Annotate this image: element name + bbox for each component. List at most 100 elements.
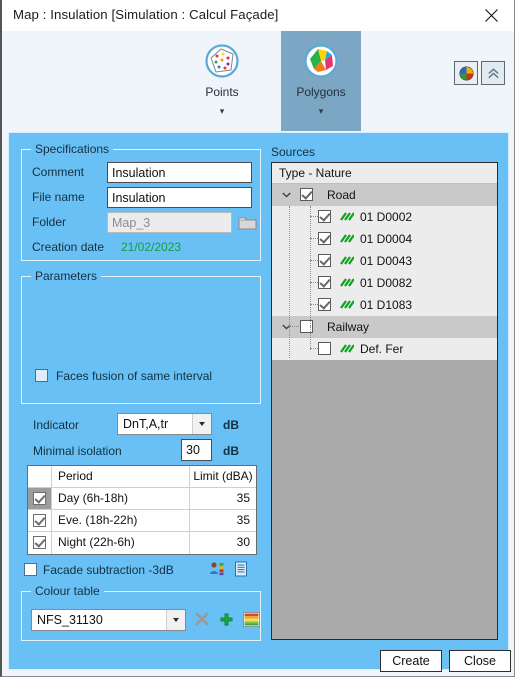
tree-checkbox-railway-0[interactable] — [318, 342, 331, 355]
tree-label-railway-0: Def. Fer — [360, 342, 404, 356]
edit-colour-table-button[interactable] — [243, 611, 260, 632]
ribbon-tool-polygons-label: Polygons — [296, 85, 346, 99]
receiver-legend-button[interactable] — [209, 561, 225, 582]
table-row[interactable]: Night (22h-6h) 30 — [28, 532, 256, 554]
tree-checkbox-road-2[interactable] — [318, 254, 331, 267]
table-row[interactable]: Day (6h-18h) 35 — [28, 488, 256, 510]
polygons-dropdown-caret-icon[interactable]: ▾ — [281, 107, 361, 116]
table-row[interactable]: Eve. (18h-22h) 35 — [28, 510, 256, 532]
map-insulation-dialog: Map : Insulation [Simulation : Calcul Fa… — [0, 0, 515, 677]
tree-item-road-0[interactable]: 01 D0002 — [272, 206, 497, 228]
folder-input: Map_3 — [107, 212, 232, 233]
comment-input[interactable]: Insulation — [107, 162, 252, 183]
ribbon-right-buttons — [454, 61, 505, 85]
specifications-group: Specifications Comment Insulation File n… — [21, 142, 261, 261]
colour-palette-button[interactable] — [454, 61, 478, 85]
double-chevron-up-icon — [487, 67, 499, 78]
tree-checkbox-road-0[interactable] — [318, 210, 331, 223]
row-eve-checkbox[interactable] — [33, 514, 46, 527]
tree-item-road-1[interactable]: 01 D0004 — [272, 228, 497, 250]
indicator-combo-arrow[interactable] — [192, 414, 211, 434]
tree-label-road-0: 01 D0002 — [360, 210, 413, 224]
tree-label-road-4: 01 D1083 — [360, 298, 413, 312]
plus-icon — [220, 613, 233, 625]
faces-fusion-checkbox[interactable] — [35, 369, 48, 382]
polygons-map-icon — [301, 41, 341, 81]
points-dropdown-caret-icon[interactable]: ▾ — [182, 107, 262, 116]
receiver-legend-icon — [210, 562, 224, 576]
delete-colour-table-button[interactable] — [194, 611, 210, 632]
facade-subtraction-label: Facade subtraction -3dB — [43, 563, 174, 577]
facade-subtraction-checkbox[interactable] — [24, 563, 37, 576]
tree-connector — [310, 326, 311, 350]
points-map-icon — [202, 41, 242, 81]
table-header-row: Period Limit (dBA) — [28, 466, 256, 488]
road-source-icon — [340, 299, 355, 311]
tree-label-road: Road — [327, 188, 356, 202]
tree-connector — [310, 260, 318, 261]
create-button[interactable]: Create — [380, 650, 442, 672]
collapse-ribbon-button[interactable] — [481, 61, 505, 85]
colour-table-combo-arrow[interactable] — [166, 610, 185, 630]
row-day-check-cell[interactable] — [28, 488, 52, 509]
indicator-combo[interactable]: DnT,A,tr — [117, 413, 212, 435]
indicator-combo-value: DnT,A,tr — [123, 417, 169, 431]
creation-date-label: Creation date — [32, 240, 105, 254]
tree-group-road[interactable]: Road — [272, 184, 497, 206]
row-eve-limit[interactable]: 35 — [190, 510, 256, 531]
file-name-input[interactable]: Insulation — [107, 187, 252, 208]
chevron-down-icon[interactable] — [282, 192, 291, 198]
chevron-down-icon — [199, 422, 205, 426]
cross-icon — [195, 612, 209, 626]
row-day-limit[interactable]: 35 — [190, 488, 256, 509]
table-header-check-cell — [28, 466, 52, 487]
colour-table-combo[interactable]: NFS_31130 — [31, 609, 186, 631]
minimal-isolation-input[interactable]: 30 — [181, 439, 212, 461]
colour-table-group-title: Colour table — [31, 584, 104, 598]
tree-item-road-3[interactable]: 01 D0082 — [272, 272, 497, 294]
tree-connector — [310, 238, 318, 239]
tree-checkbox-road-4[interactable] — [318, 298, 331, 311]
ribbon-tool-points-label: Points — [205, 85, 239, 99]
indicator-unit: dB — [223, 418, 239, 432]
comment-label: Comment — [32, 165, 85, 179]
minimal-isolation-unit: dB — [223, 444, 239, 458]
row-day-checkbox[interactable] — [33, 492, 46, 505]
road-source-icon — [340, 255, 355, 267]
tree-checkbox-road-3[interactable] — [318, 276, 331, 289]
tree-checkbox-railway[interactable] — [300, 320, 313, 333]
close-button[interactable]: Close — [449, 650, 511, 672]
folder-icon — [238, 217, 257, 230]
table-header-period: Period — [52, 466, 190, 487]
report-document-button[interactable] — [233, 561, 249, 582]
tree-connector — [289, 206, 290, 358]
tree-checkbox-road[interactable] — [300, 188, 313, 201]
ribbon-tool-points[interactable]: Points ▾ — [182, 31, 262, 131]
add-colour-table-button[interactable] — [219, 612, 234, 632]
tree-checkbox-road-1[interactable] — [318, 232, 331, 245]
close-window-button[interactable] — [469, 0, 514, 31]
row-night-check-cell[interactable] — [28, 532, 52, 554]
tree-item-railway-0[interactable]: Def. Fer — [272, 338, 497, 360]
row-eve-period: Eve. (18h-22h) — [52, 510, 190, 531]
tree-item-road-4[interactable]: 01 D1083 — [272, 294, 497, 316]
creation-date-value: 21/02/2023 — [121, 240, 182, 254]
folder-browse-button[interactable] — [238, 214, 257, 231]
row-eve-check-cell[interactable] — [28, 510, 52, 531]
colour-table-combo-value: NFS_31130 — [37, 613, 103, 627]
report-document-icon — [235, 561, 247, 577]
tree-label-road-2: 01 D0043 — [360, 254, 413, 268]
ribbon-toolbar: Points ▾ Polygons ▾ — [2, 31, 514, 131]
row-night-limit[interactable]: 30 — [190, 532, 256, 554]
tree-item-road-2[interactable]: 01 D0043 — [272, 250, 497, 272]
title-bar: Map : Insulation [Simulation : Calcul Fa… — [2, 0, 514, 32]
sources-tree: Type - Nature Road 01 D0002 01 D0004 01 … — [271, 162, 498, 640]
close-icon — [485, 9, 498, 22]
period-table: Period Limit (dBA) Day (6h-18h) 35 Eve. … — [27, 465, 257, 555]
ribbon-tool-polygons[interactable]: Polygons ▾ — [281, 31, 361, 131]
row-night-checkbox[interactable] — [33, 536, 46, 549]
colour-table-group: Colour table NFS_31130 — [21, 584, 261, 641]
railway-source-icon — [340, 343, 355, 355]
tree-connector — [310, 304, 318, 305]
tree-group-railway[interactable]: Railway — [272, 316, 497, 338]
